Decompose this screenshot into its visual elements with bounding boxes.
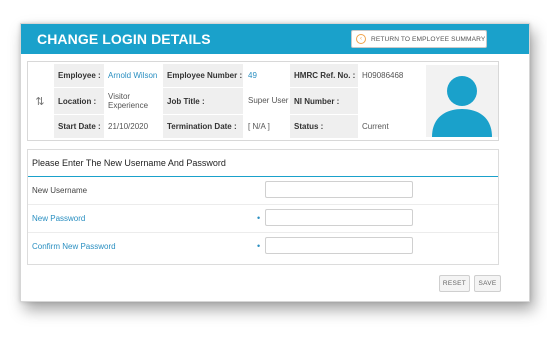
employee-label: Employee : <box>54 64 104 87</box>
required-marker: • <box>257 241 261 251</box>
form-heading: Please Enter The New Username And Passwo… <box>28 150 498 177</box>
new-username-label: New Username <box>32 186 88 195</box>
employee-number-label: Employee Number : <box>163 64 243 87</box>
page-title: CHANGE LOGIN DETAILS <box>37 31 211 47</box>
panel-header: CHANGE LOGIN DETAILS ‹ RETURN TO EMPLOYE… <box>21 24 529 54</box>
location-label: Location : <box>54 88 104 114</box>
employee-info-card: ⇅ Employee : Arnold Wilson Employee Numb… <box>27 61 499 141</box>
status-label: Status : <box>290 115 358 138</box>
username-row: New Username <box>28 177 498 205</box>
required-marker: • <box>257 213 261 223</box>
sort-arrows-icon[interactable]: ⇅ <box>28 62 52 140</box>
confirm-password-input[interactable] <box>265 237 413 254</box>
return-button-label: RETURN TO EMPLOYEE SUMMARY <box>371 35 486 43</box>
password-row: New Password • <box>28 205 498 233</box>
return-to-summary-button[interactable]: ‹ RETURN TO EMPLOYEE SUMMARY <box>351 30 487 48</box>
avatar <box>426 65 498 137</box>
hmrc-label: HMRC Ref. No. : <box>290 64 358 87</box>
start-date-label: Start Date : <box>54 115 104 138</box>
job-title-value: Super User <box>248 96 289 106</box>
ni-number-label: NI Number : <box>290 88 358 114</box>
confirm-password-label: Confirm New Password <box>32 242 116 251</box>
hmrc-value: H09086468 <box>362 70 404 80</box>
login-details-form: Please Enter The New Username And Passwo… <box>27 149 499 265</box>
termination-date-label: Termination Date : <box>163 115 243 138</box>
reset-button[interactable]: RESET <box>439 275 470 292</box>
save-button[interactable]: SAVE <box>474 275 501 292</box>
employee-number-value[interactable]: 49 <box>244 64 290 87</box>
new-password-input[interactable] <box>265 209 413 226</box>
employee-value[interactable]: Arnold Wilson <box>104 64 162 87</box>
job-title-label: Job Title : <box>163 88 243 114</box>
user-silhouette-icon <box>432 76 492 137</box>
status-value: Current <box>362 121 389 131</box>
termination-date-value: [ N/A ] <box>248 121 270 131</box>
confirm-password-row: Confirm New Password • <box>28 233 498 261</box>
location-value: Visitor Experience <box>108 91 149 110</box>
ni-number-value <box>358 88 424 114</box>
change-login-panel: CHANGE LOGIN DETAILS ‹ RETURN TO EMPLOYE… <box>20 23 530 302</box>
circle-left-arrow-icon: ‹ <box>356 34 366 44</box>
start-date-value: 21/10/2020 <box>108 121 149 131</box>
new-username-input[interactable] <box>265 181 413 198</box>
new-password-label: New Password <box>32 214 86 223</box>
